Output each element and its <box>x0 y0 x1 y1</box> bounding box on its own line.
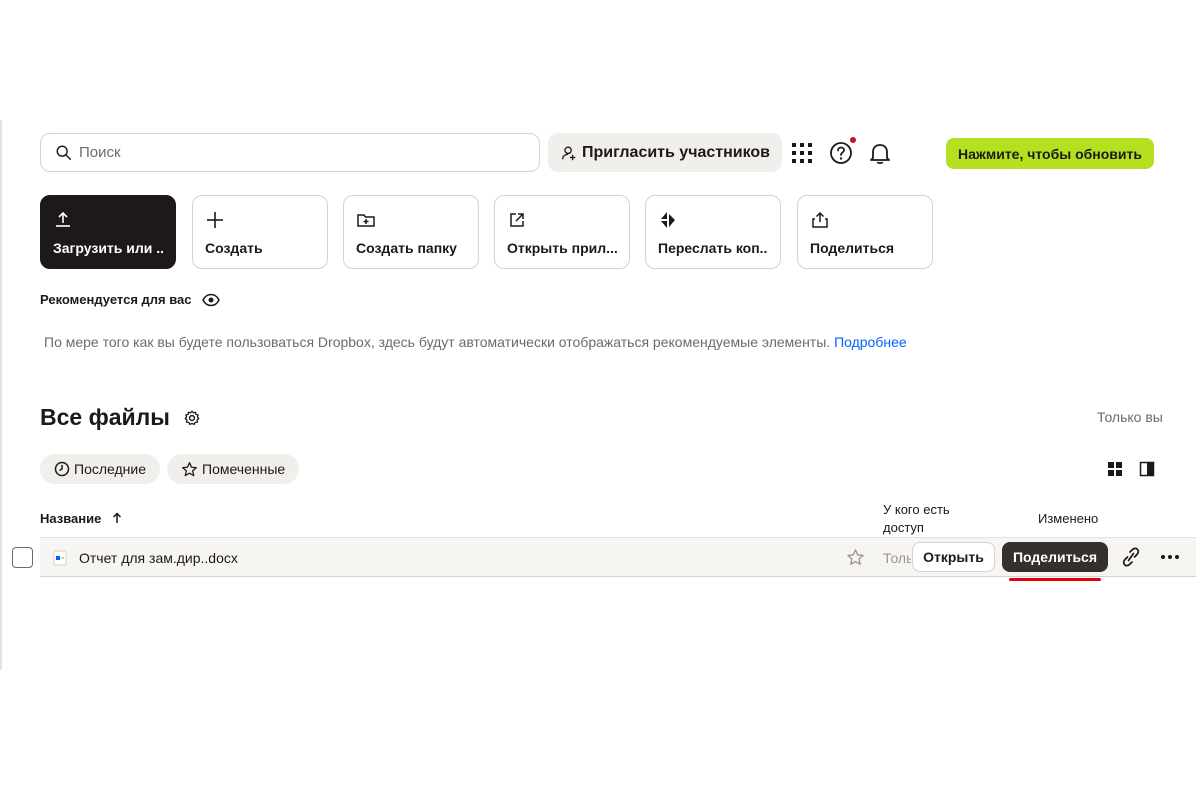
open-app-tile[interactable]: Открыть прил... <box>494 195 630 269</box>
recommended-heading: Рекомендуется для вас <box>40 292 220 307</box>
invite-members-label: Пригласить участников <box>582 143 771 161</box>
external-link-icon <box>510 213 524 227</box>
create-tile[interactable]: Создать <box>192 195 328 269</box>
column-access-header[interactable]: У кого есть доступ <box>883 501 950 537</box>
sidebar-divider <box>0 120 2 670</box>
recommended-text: По мере того как вы будете пользоваться … <box>44 334 831 350</box>
all-files-heading: Все файлы <box>40 404 200 431</box>
upgrade-button[interactable]: Нажмите, чтобы обновить <box>946 138 1154 169</box>
transfer-icon <box>661 212 675 228</box>
starred-filter-label: Помеченные <box>202 461 286 477</box>
add-user-icon <box>562 145 576 160</box>
bell-icon[interactable] <box>867 140 893 166</box>
search-input[interactable] <box>79 144 499 161</box>
column-access-line1: У кого есть <box>883 502 950 517</box>
recommended-message: По мере того как вы будете пользоваться … <box>44 334 907 350</box>
help-icon[interactable] <box>828 140 854 166</box>
transfer-tile-label: Переслать коп... <box>658 240 768 256</box>
sharing-scope[interactable]: Только вы <box>1097 409 1163 425</box>
apps-grid-icon[interactable] <box>789 140 815 166</box>
share-tile[interactable]: Поделиться <box>797 195 933 269</box>
clock-icon <box>54 461 70 477</box>
search-icon <box>56 145 72 160</box>
share-tile-label: Поделиться <box>810 240 895 256</box>
file-name[interactable]: Отчет для зам.дир..docx <box>79 550 238 566</box>
upload-tile[interactable]: Загрузить или ... <box>40 195 176 269</box>
gear-icon[interactable] <box>184 410 200 426</box>
recent-filter-label: Последние <box>74 461 147 477</box>
page-title: Все файлы <box>40 404 170 430</box>
plus-icon <box>207 212 223 228</box>
star-icon[interactable] <box>846 548 865 567</box>
invite-members-button[interactable]: Пригласить участников <box>548 133 782 172</box>
column-name-label: Название <box>40 511 102 526</box>
folder-plus-icon <box>357 214 375 227</box>
notification-dot <box>850 137 856 143</box>
row-checkbox[interactable] <box>12 547 33 568</box>
arrow-up-icon <box>112 512 122 523</box>
transfer-tile[interactable]: Переслать коп... <box>645 195 781 269</box>
link-icon[interactable] <box>1122 547 1140 567</box>
search-box[interactable] <box>40 133 540 172</box>
file-access: Только вы <box>883 550 911 566</box>
grid-view-icon[interactable] <box>1107 461 1123 477</box>
open-button[interactable]: Открыть <box>912 542 995 572</box>
share-button[interactable]: Поделиться <box>1002 542 1108 572</box>
column-modified-header[interactable]: Изменено <box>1038 510 1098 528</box>
starred-filter-chip[interactable]: Помеченные <box>167 454 300 484</box>
share-icon <box>812 211 828 228</box>
star-icon <box>182 461 197 476</box>
recommended-title: Рекомендуется для вас <box>40 292 192 307</box>
open-app-tile-label: Открыть прил... <box>507 240 617 256</box>
upload-icon <box>56 211 70 227</box>
eye-icon[interactable] <box>201 293 220 307</box>
highlight-underline <box>1009 578 1101 581</box>
learn-more-link[interactable]: Подробнее <box>834 334 907 350</box>
create-folder-tile-label: Создать папку <box>356 240 457 256</box>
column-name-header[interactable]: Название <box>40 511 123 526</box>
side-panel-icon[interactable] <box>1139 461 1155 477</box>
recent-filter-chip[interactable]: Последние <box>40 454 161 484</box>
more-options-icon[interactable] <box>1160 549 1180 565</box>
create-folder-tile[interactable]: Создать папку <box>343 195 479 269</box>
word-document-icon <box>53 550 67 566</box>
column-access-line2: доступ <box>883 520 924 535</box>
upload-tile-label: Загрузить или ... <box>53 240 163 256</box>
create-tile-label: Создать <box>205 240 263 256</box>
